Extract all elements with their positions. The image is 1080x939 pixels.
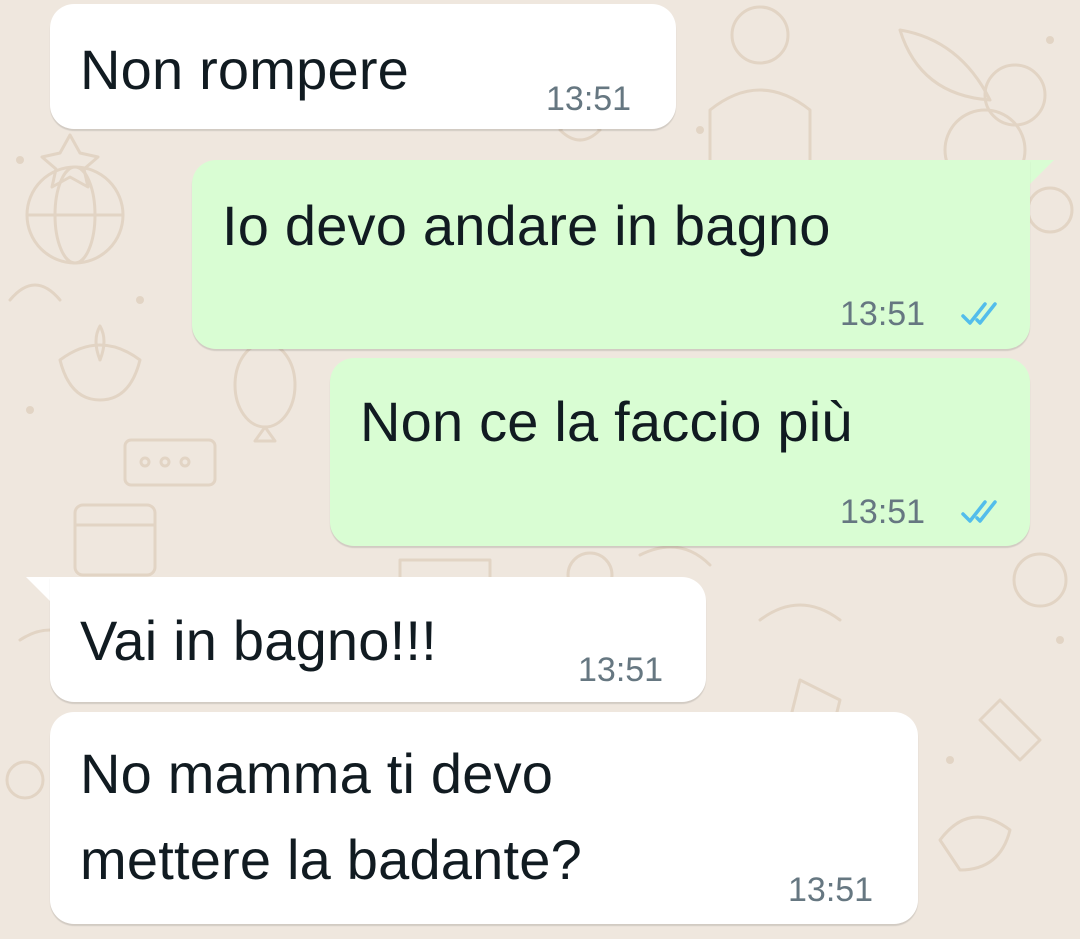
message-time: 13:51 [546,80,632,118]
message-time: 13:51 [840,295,926,333]
message-time: 13:51 [840,493,926,531]
bubble-tail [1030,160,1054,184]
message-bubble-incoming[interactable]: No mamma ti devo mettere la badante? 13:… [50,712,918,924]
message-bubble-incoming[interactable]: Non rompere 13:51 [50,4,676,129]
message-time: 13:51 [578,651,664,689]
message-text: Vai in bagno!!! [80,609,437,672]
message-text-line-1: No mamma ti devo [80,742,554,805]
message-text: Io devo andare in bagno [222,194,831,257]
message-bubble-incoming[interactable]: Vai in bagno!!! 13:51 [50,577,706,702]
message-bubble-outgoing[interactable]: Non ce la faccio più 13:51 [330,358,1030,546]
bubble-tail [26,577,50,601]
double-check-icon [961,302,997,325]
message-text-line-2: mettere la badante? [80,828,582,891]
message-time: 13:51 [788,871,874,909]
message-text: Non rompere [80,38,410,101]
message-bubble-outgoing[interactable]: Io devo andare in bagno 13:51 [192,160,1030,349]
double-check-icon [961,500,997,523]
message-text: Non ce la faccio più [360,390,853,453]
